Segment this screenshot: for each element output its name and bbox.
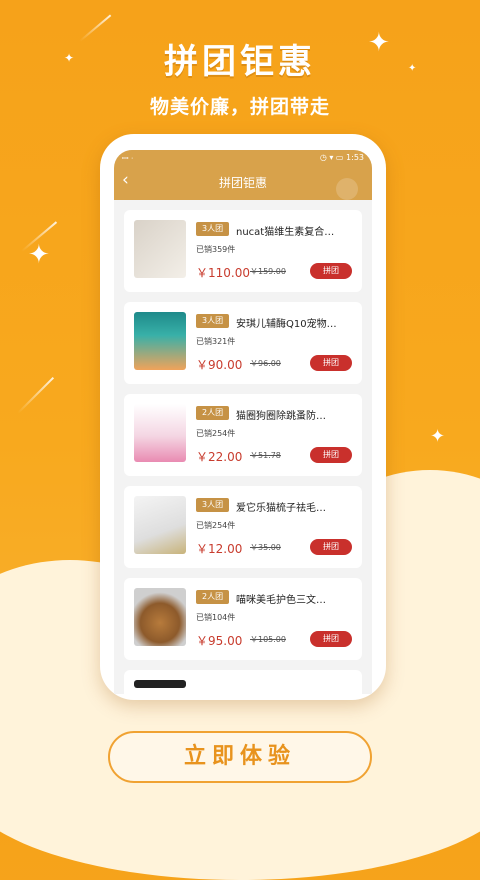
product-image — [134, 680, 186, 688]
sold-count: 已销254件 — [196, 521, 236, 530]
group-buy-button[interactable]: 拼团 — [310, 539, 352, 555]
list-item[interactable] — [124, 670, 362, 694]
original-price: ￥51.78 — [250, 451, 281, 460]
status-bar: ꟷ ᐧ ◷ ▾ ▭ 1:53 — [122, 153, 364, 167]
product-name: 爱它乐猫梳子祛毛… — [236, 503, 326, 514]
product-image — [134, 588, 186, 646]
promo-subheadline: 物美价廉，拼团带走 — [149, 96, 330, 118]
nav-bar: ‹ 拼团钜惠 — [114, 168, 372, 200]
original-price: ￥35.00 — [250, 543, 281, 552]
sparkle-icon: ✦ — [368, 28, 390, 58]
phone-mockup: ꟷ ᐧ ◷ ▾ ▭ 1:53 ‹ 拼团钜惠 3人团 nucat猫维生素复合… 已… — [100, 134, 386, 700]
status-icons: ◷ ▾ ▭ — [319, 153, 344, 162]
group-price: ￥12.00 — [196, 542, 243, 556]
sparkle-icon: ✦ — [28, 240, 50, 270]
try-now-button[interactable]: 立即体验 — [108, 731, 372, 783]
sparkle-icon: ✦ — [408, 63, 417, 74]
shooting-star-streak — [17, 376, 55, 414]
group-size-badge: 3人团 — [196, 314, 230, 328]
product-name: nucat猫维生素复合… — [236, 227, 335, 238]
product-name: 喵咪美毛护色三文… — [236, 595, 326, 606]
list-item[interactable]: 3人团 爱它乐猫梳子祛毛… 已销254件 ￥12.00 ￥35.00 拼团 — [124, 486, 362, 568]
group-price: ￥110.00 — [196, 266, 250, 280]
group-price: ￥90.00 — [196, 358, 243, 372]
original-price: ￥96.00 — [250, 359, 281, 368]
sold-count: 已销321件 — [196, 337, 236, 346]
sold-count: 已销104件 — [196, 613, 236, 622]
sold-count: 已销359件 — [196, 245, 236, 254]
group-buy-button[interactable]: 拼团 — [310, 631, 352, 647]
original-price: ￥159.00 — [250, 267, 286, 276]
product-image — [134, 312, 186, 370]
group-buy-button[interactable]: 拼团 — [310, 355, 352, 371]
sold-count: 已销254件 — [196, 429, 236, 438]
group-price: ￥95.00 — [196, 634, 243, 648]
list-item[interactable]: 3人团 nucat猫维生素复合… 已销359件 ￥110.00 ￥159.00 … — [124, 210, 362, 292]
app-screen: ꟷ ᐧ ◷ ▾ ▭ 1:53 ‹ 拼团钜惠 3人团 nucat猫维生素复合… 已… — [114, 150, 372, 694]
signal-icon: ꟷ ᐧ — [122, 154, 134, 163]
product-image — [134, 404, 186, 462]
product-image — [134, 496, 186, 554]
paw-icon — [336, 178, 358, 200]
product-image — [134, 220, 186, 278]
group-price: ￥22.00 — [196, 450, 243, 464]
group-size-badge: 3人团 — [196, 498, 230, 512]
app-header: ꟷ ᐧ ◷ ▾ ▭ 1:53 ‹ 拼团钜惠 — [114, 150, 372, 200]
group-buy-button[interactable]: 拼团 — [310, 263, 352, 279]
status-time: 1:53 — [346, 153, 364, 162]
page-title: 拼团钜惠 — [218, 176, 267, 190]
group-size-badge: 3人团 — [196, 222, 230, 236]
group-buy-list: 3人团 nucat猫维生素复合… 已销359件 ￥110.00 ￥159.00 … — [114, 200, 372, 694]
sparkle-icon: ✦ — [64, 51, 75, 65]
list-item[interactable]: 2人团 猫圈狗圈除跳蚤防… 已销254件 ￥22.00 ￥51.78 拼团 — [124, 394, 362, 476]
list-item[interactable]: 2人团 喵咪美毛护色三文… 已销104件 ￥95.00 ￥105.00 拼团 — [124, 578, 362, 660]
group-size-badge: 2人团 — [196, 590, 230, 604]
group-size-badge: 2人团 — [196, 406, 230, 420]
list-item[interactable]: 3人团 安琪儿辅酶Q10宠物… 已销321件 ￥90.00 ￥96.00 拼团 — [124, 302, 362, 384]
group-buy-button[interactable]: 拼团 — [310, 447, 352, 463]
product-name: 安琪儿辅酶Q10宠物… — [236, 319, 337, 330]
product-name: 猫圈狗圈除跳蚤防… — [236, 411, 326, 422]
status-right: ◷ ▾ ▭ 1:53 — [320, 153, 364, 162]
original-price: ￥105.00 — [250, 635, 286, 644]
